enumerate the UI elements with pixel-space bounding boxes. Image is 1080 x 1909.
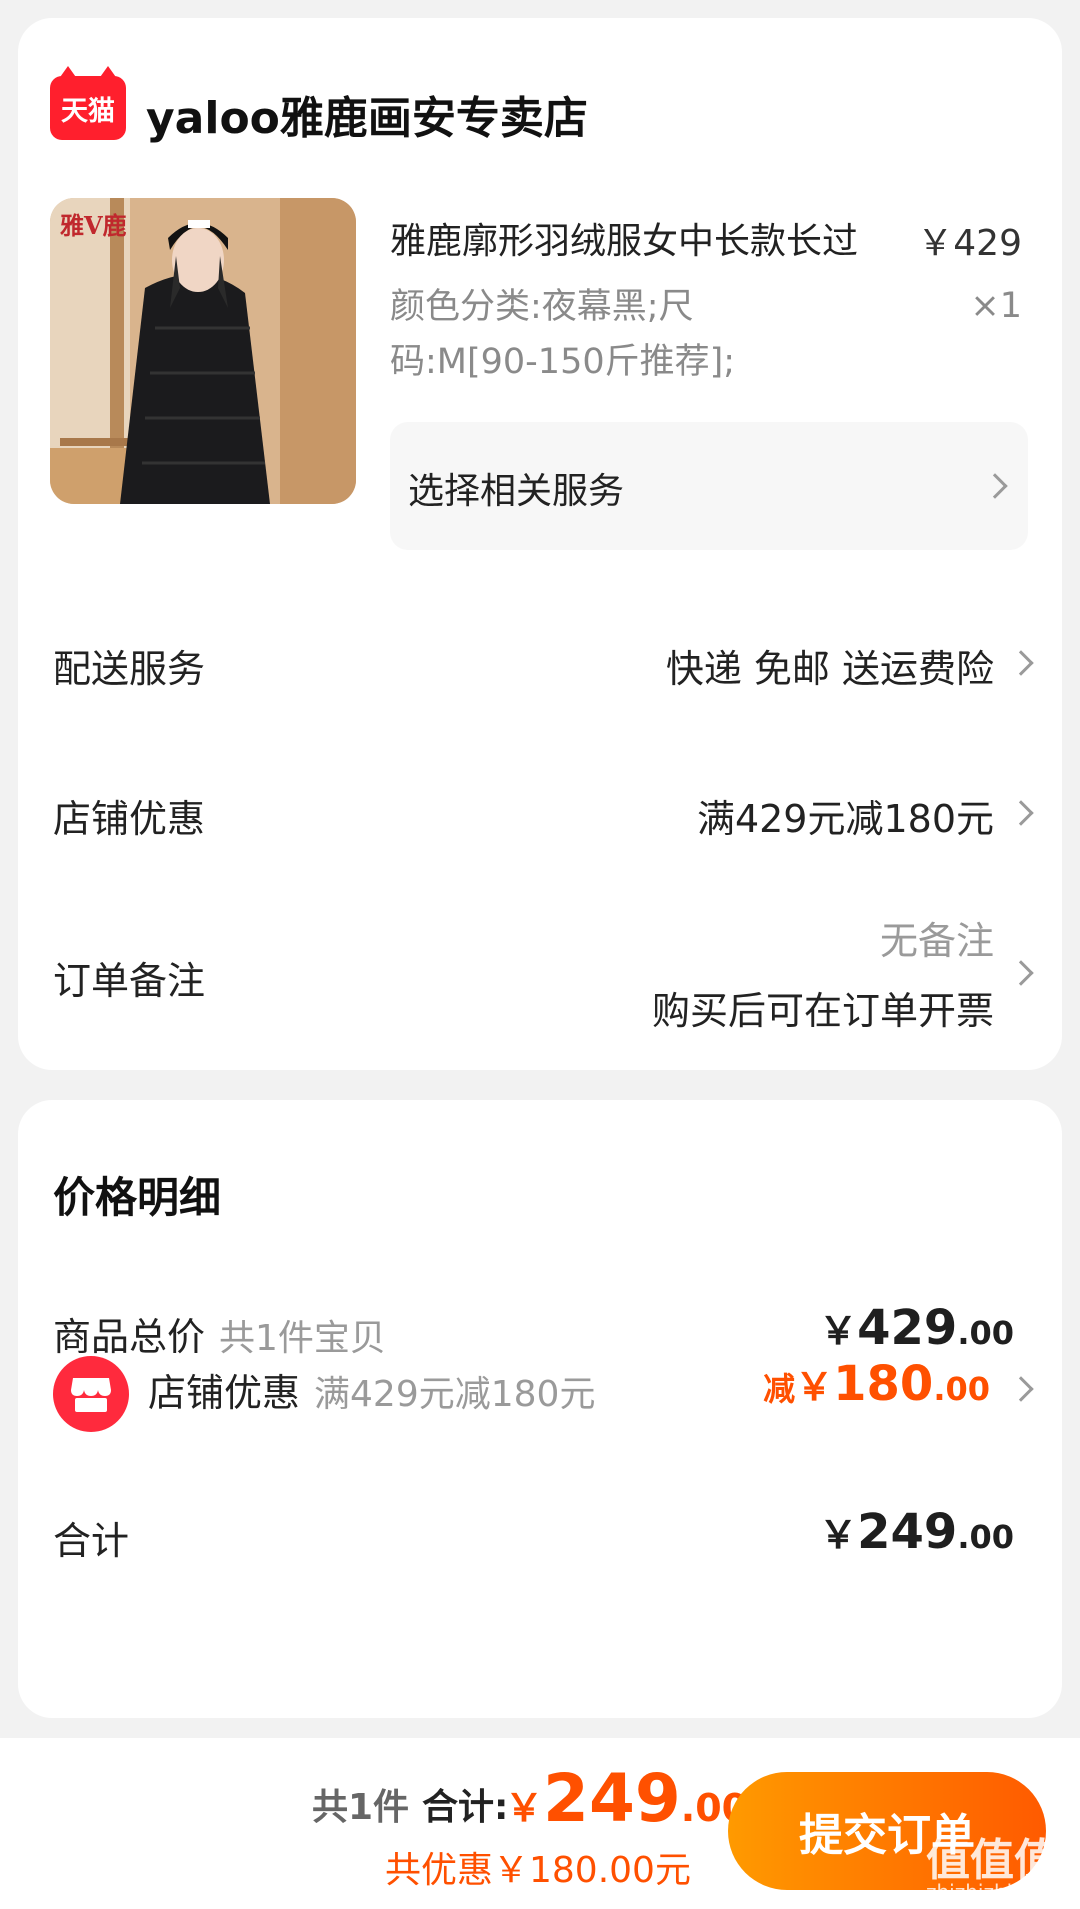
- currency-symbol: ￥: [505, 1786, 544, 1830]
- order-note-placeholder: 无备注: [879, 919, 994, 963]
- total-label: 合计: [53, 1519, 130, 1563]
- product-specs[interactable]: 颜色分类:夜幕黑;尺码:M[90-150斤推荐];: [390, 280, 750, 390]
- item-count: 共1件: [312, 1787, 410, 1828]
- checkout-total: ￥249.00: [505, 1760, 748, 1837]
- order-note-label: 订单备注: [53, 959, 206, 1003]
- chevron-right-icon: [982, 473, 1008, 499]
- currency-symbol: ￥: [819, 1513, 858, 1557]
- goods-total-amount: ￥429.00: [819, 1300, 1014, 1356]
- shop-discount-label: 店铺优惠: [148, 1371, 301, 1415]
- delivery-label: 配送服务: [53, 647, 206, 691]
- amount-int: 180: [833, 1356, 934, 1412]
- shop-discount-rule: 满429元减180元: [314, 1374, 596, 1415]
- amount-int: 429: [857, 1300, 958, 1356]
- amount-dec: .00: [933, 1370, 990, 1408]
- price-detail-card: 价格明细 商品总价 共1件宝贝 ￥429.00 店铺优惠 满429元减180元 减￥…: [18, 1100, 1062, 1718]
- total-amount: ￥249.00: [819, 1504, 1014, 1560]
- order-card: 天猫 yaloo雅鹿画安专卖店 雅V鹿 雅鹿廓形羽绒服女中长款长过 ￥429 颜…: [18, 18, 1062, 1070]
- store-discount-label: 店铺优惠: [53, 797, 206, 841]
- watermark-url: zhizhizhi.com: [926, 1880, 1062, 1904]
- chevron-right-icon: [1008, 1376, 1034, 1402]
- select-service-button[interactable]: 选择相关服务: [390, 422, 1028, 550]
- shop-icon: [53, 1356, 129, 1432]
- goods-total-label-group: 商品总价 共1件宝贝: [53, 1306, 386, 1361]
- goods-count: 共1件宝贝: [219, 1318, 386, 1359]
- delivery-value: 快递 免邮 送运费险: [665, 647, 994, 691]
- invoice-hint: 购买后可在订单开票: [651, 989, 994, 1033]
- service-label: 选择相关服务: [408, 471, 625, 512]
- product-photo: [50, 198, 356, 504]
- store-discount-value: 满429元减180元: [696, 797, 994, 841]
- shop-discount-label-group: 店铺优惠 满429元减180元: [148, 1362, 595, 1417]
- total-label: 合计:: [422, 1787, 509, 1828]
- store-name[interactable]: yaloo雅鹿画安专卖店: [146, 82, 588, 146]
- chevron-right-icon: [1008, 650, 1034, 676]
- tmall-logo-text: 天猫: [61, 95, 115, 127]
- total-discount: 共优惠￥180.00元: [385, 1850, 691, 1891]
- discount-prefix: 减: [763, 1370, 796, 1408]
- chevron-right-icon: [1008, 800, 1034, 826]
- chevron-right-icon: [1008, 960, 1034, 986]
- currency-symbol: ￥: [819, 1309, 858, 1353]
- currency-symbol: ￥: [795, 1365, 834, 1409]
- product-image[interactable]: 雅V鹿: [50, 198, 356, 504]
- product-title[interactable]: 雅鹿廓形羽绒服女中长款长过: [390, 212, 858, 264]
- amount-dec: .00: [957, 1314, 1014, 1352]
- product-quantity: ×1: [970, 286, 1022, 326]
- amount-dec: .00: [957, 1518, 1014, 1556]
- tmall-logo-icon: 天猫: [50, 66, 126, 140]
- product-image-brand: 雅V鹿: [60, 211, 127, 240]
- watermark: 值值值: [926, 1835, 1058, 1886]
- checkout-bar: 共1件 合计: ￥249.00 共优惠￥180.00元 提交订单: [0, 1738, 1080, 1909]
- goods-total-label: 商品总价: [53, 1315, 206, 1359]
- product-price: ￥429: [917, 223, 1022, 264]
- price-detail-title: 价格明细: [53, 1173, 222, 1222]
- amount-int: 249: [543, 1760, 681, 1837]
- shop-discount-amount: 减￥180.00: [763, 1356, 990, 1412]
- amount-int: 249: [857, 1504, 958, 1560]
